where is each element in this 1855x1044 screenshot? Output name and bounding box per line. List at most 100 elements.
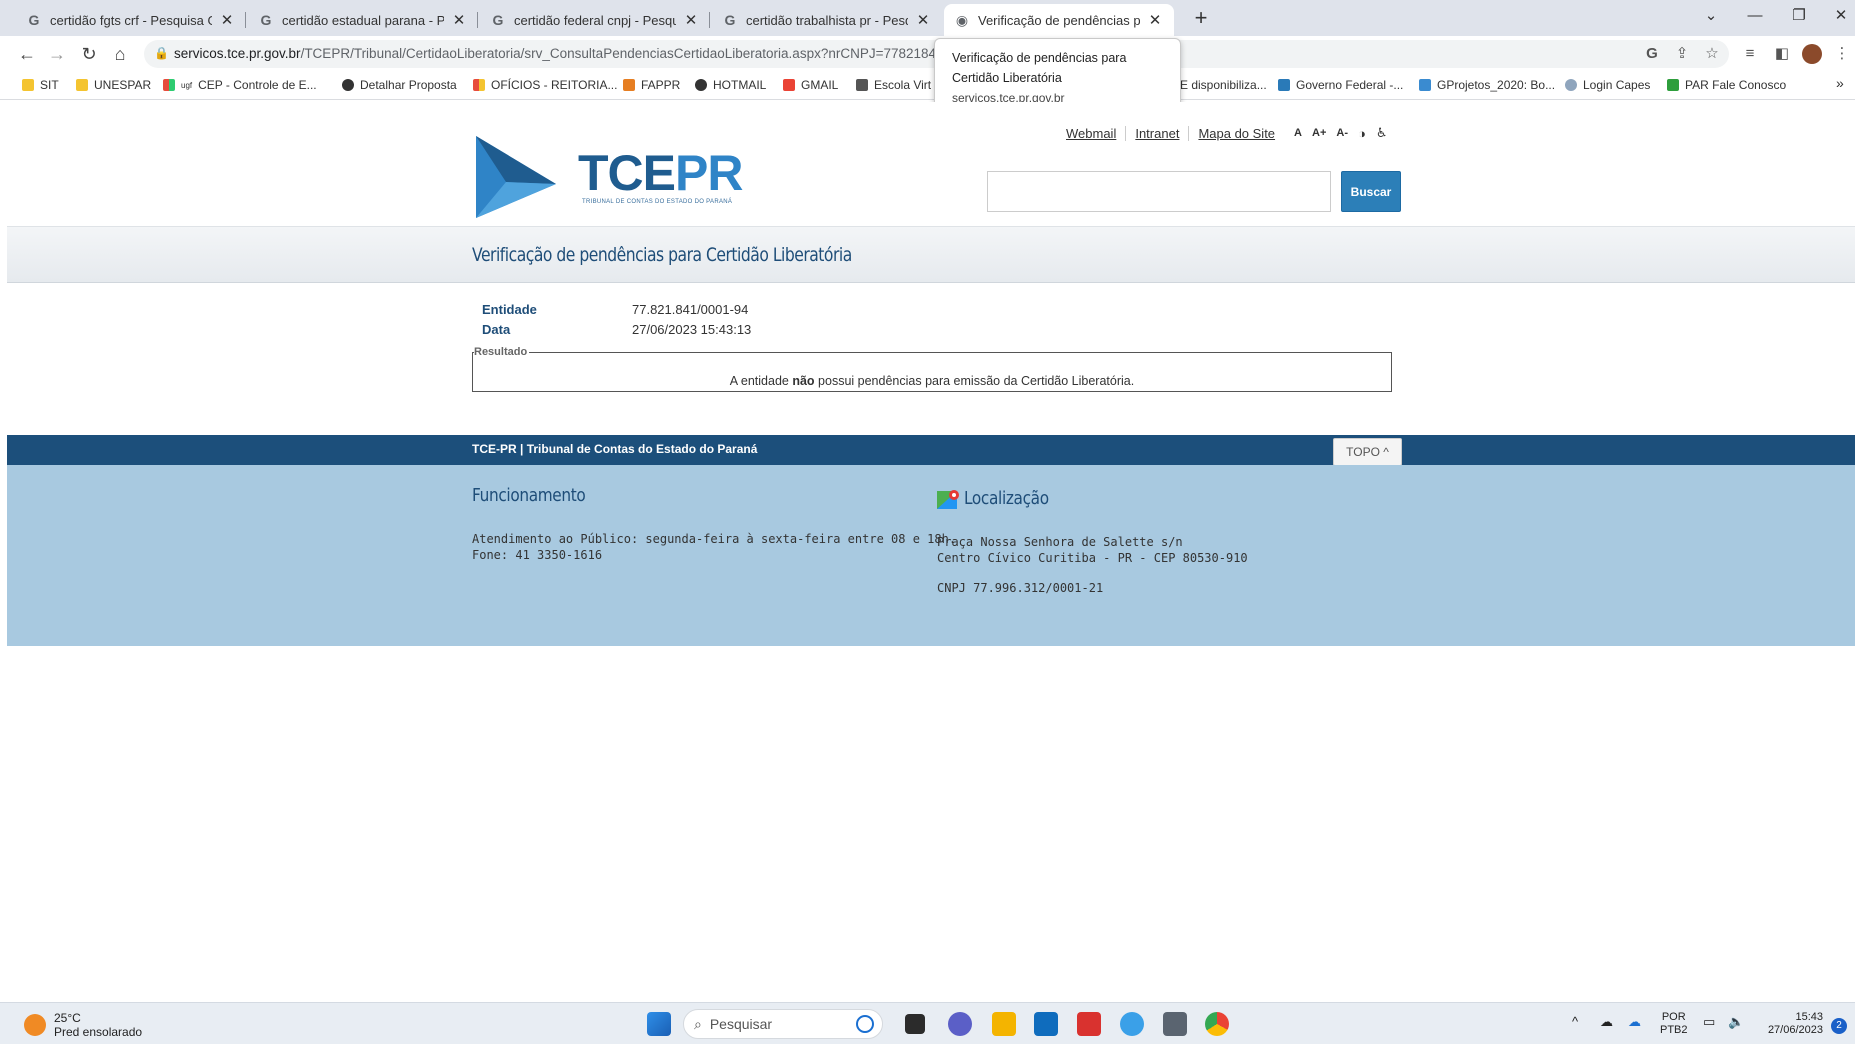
top-links: Webmail Intranet Mapa do Site A A+ A- ◑ … bbox=[1057, 125, 1388, 141]
lock-icon: 🔒 bbox=[154, 46, 169, 60]
tab-search-icon[interactable]: ⌄ bbox=[1688, 0, 1734, 32]
accessibility-icon[interactable]: ♿ bbox=[1376, 125, 1388, 141]
reading-list-icon[interactable]: ≡ bbox=[1738, 42, 1762, 66]
fappr-icon bbox=[623, 79, 635, 91]
bookmark-capes[interactable]: Login Capes bbox=[1565, 78, 1650, 92]
bookmark-unespar[interactable]: UNESPAR bbox=[76, 78, 151, 92]
bookmark-label: FAPPR bbox=[641, 78, 681, 92]
windows-taskbar: 25°C Pred ensolarado ⌕ Pesquisar ^ ☁ ☁ P… bbox=[0, 1002, 1855, 1044]
browser-app-icon[interactable] bbox=[1120, 1012, 1144, 1036]
minimize-icon[interactable]: — bbox=[1732, 0, 1778, 32]
network-icon[interactable]: ▭ bbox=[1703, 1015, 1715, 1028]
intranet-link[interactable]: Intranet bbox=[1126, 125, 1190, 141]
start-icon[interactable] bbox=[647, 1012, 671, 1036]
bookmark-fappr[interactable]: FAPPR bbox=[623, 78, 680, 92]
bookmark-detalhar[interactable]: Detalhar Proposta bbox=[342, 78, 457, 92]
url-text: servicos.tce.pr.gov.br/TCEPR/Tribunal/Ce… bbox=[174, 46, 959, 61]
bookmark-cep[interactable]: ugf CEP - Controle de E... bbox=[163, 78, 317, 92]
site-search-input[interactable] bbox=[987, 171, 1331, 212]
bookmark-governo[interactable]: Governo Federal -... bbox=[1278, 78, 1403, 92]
bookmark-star-icon[interactable]: ☆ bbox=[1700, 42, 1724, 66]
tab-estadual[interactable]: G certidão estadual parana - Pesqu ✕ bbox=[248, 4, 478, 36]
webmail-link[interactable]: Webmail bbox=[1057, 125, 1127, 141]
google-lens-icon[interactable]: G bbox=[1640, 42, 1664, 66]
font-increase-button[interactable]: A+ bbox=[1312, 127, 1326, 139]
close-window-icon[interactable]: ✕ bbox=[1818, 0, 1855, 32]
calculator-icon[interactable] bbox=[1163, 1012, 1187, 1036]
search-button[interactable]: Buscar bbox=[1341, 171, 1401, 212]
new-tab-icon[interactable]: + bbox=[1185, 4, 1217, 32]
bookmark-escola[interactable]: Escola Virt bbox=[856, 78, 931, 92]
close-tab-icon[interactable]: ✕ bbox=[218, 11, 236, 29]
back-icon[interactable]: ← bbox=[14, 42, 40, 66]
teams-icon[interactable] bbox=[948, 1012, 972, 1036]
tcepr-logo[interactable]: TCEPR TRIBUNAL DE CONTAS DO ESTADO DO PA… bbox=[472, 132, 772, 224]
bookmark-label: OFÍCIOS - REITORIA... bbox=[491, 78, 618, 92]
onedrive-icon[interactable]: ☁ bbox=[1600, 1015, 1613, 1028]
forward-icon[interactable]: → bbox=[44, 42, 70, 66]
tab-federal[interactable]: G certidão federal cnpj - Pesquisa ✕ bbox=[480, 4, 710, 36]
close-tab-icon[interactable]: ✕ bbox=[1146, 11, 1164, 29]
close-tab-icon[interactable]: ✕ bbox=[682, 11, 700, 29]
more-bookmarks-icon[interactable]: » bbox=[1836, 75, 1844, 91]
tray-chevron-icon[interactable]: ^ bbox=[1572, 1015, 1578, 1028]
store-icon[interactable] bbox=[1034, 1012, 1058, 1036]
info-row-data: Data 27/06/2023 15:43:13 bbox=[482, 322, 751, 342]
weather-widget[interactable]: 25°C Pred ensolarado bbox=[24, 1011, 142, 1039]
address-line-1: Praça Nossa Senhora de Salette s/n bbox=[937, 535, 1183, 549]
tab-verificacao[interactable]: ◉ Verificação de pendências para C ✕ bbox=[944, 4, 1174, 36]
font-decrease-button[interactable]: A- bbox=[1336, 127, 1348, 139]
result-text-bold: não bbox=[792, 374, 815, 388]
volume-icon[interactable]: 🔈 bbox=[1728, 1015, 1744, 1028]
tab-trabalhista[interactable]: G certidão trabalhista pr - Pesquisa ✕ bbox=[712, 4, 942, 36]
clock[interactable]: 15:43 27/06/2023 bbox=[1758, 1011, 1823, 1037]
share-icon[interactable]: ⇪ bbox=[1670, 42, 1694, 66]
bookmark-label: UNESPAR bbox=[94, 78, 152, 92]
bookmark-label: CEP - Controle de E... bbox=[198, 78, 317, 92]
bookmark-oficios[interactable]: OFÍCIOS - REITORIA... bbox=[473, 78, 617, 92]
bookmark-gmail[interactable]: GMAIL bbox=[783, 78, 838, 92]
logo-text-tce: TCE bbox=[578, 145, 676, 201]
weather-desc: Pred ensolarado bbox=[54, 1025, 143, 1039]
close-tab-icon[interactable]: ✕ bbox=[914, 11, 932, 29]
reload-icon[interactable]: ↻ bbox=[76, 42, 102, 66]
url-host: servicos.tce.pr.gov.br bbox=[174, 46, 301, 61]
site-map-link[interactable]: Mapa do Site bbox=[1189, 126, 1284, 141]
cloud-icon[interactable]: ☁ bbox=[1628, 1015, 1641, 1028]
bookmark-sit[interactable]: SIT bbox=[22, 78, 59, 92]
contrast-icon[interactable]: ◑ bbox=[1358, 126, 1366, 141]
menu-icon[interactable]: ⋮ bbox=[1830, 42, 1854, 66]
font-normal-button[interactable]: A bbox=[1294, 127, 1302, 139]
task-view-icon[interactable] bbox=[905, 1014, 925, 1034]
result-legend: Resultado bbox=[474, 346, 530, 358]
page-title: Verificação de pendências para Certidão … bbox=[472, 244, 852, 266]
entidade-value: 77.821.841/0001-94 bbox=[632, 302, 749, 317]
clock-time: 15:43 bbox=[1795, 1011, 1823, 1023]
bookmark-label: SIT bbox=[40, 78, 59, 92]
bookmark-gprojetos[interactable]: GProjetos_2020: Bo... bbox=[1419, 78, 1555, 92]
bookmark-par[interactable]: PAR Fale Conosco bbox=[1667, 78, 1786, 92]
notification-badge[interactable]: 2 bbox=[1831, 1018, 1847, 1034]
apps-icon bbox=[473, 79, 485, 91]
bookmark-disponibiliza[interactable]: E disponibiliza... bbox=[1180, 78, 1267, 92]
wps-icon[interactable] bbox=[1077, 1012, 1101, 1036]
home-icon[interactable]: ⌂ bbox=[107, 42, 133, 66]
language-indicator[interactable]: POR PTB2 bbox=[1660, 1011, 1688, 1037]
side-panel-icon[interactable]: ◧ bbox=[1770, 42, 1794, 66]
gprojetos-icon bbox=[1419, 79, 1431, 91]
file-explorer-icon[interactable] bbox=[992, 1012, 1016, 1036]
result-text-post: possui pendências para emissão da Certid… bbox=[814, 374, 1135, 388]
chrome-icon[interactable] bbox=[1205, 1012, 1229, 1036]
profile-avatar[interactable] bbox=[1800, 42, 1824, 66]
bookmark-label: Login Capes bbox=[1583, 78, 1651, 92]
map-icon bbox=[937, 490, 959, 509]
tab-fgts[interactable]: G certidão fgts crf - Pesquisa Goog ✕ bbox=[16, 4, 246, 36]
funcionamento-text: Atendimento ao Público: segunda-feira à … bbox=[472, 531, 956, 563]
taskbar-search[interactable]: ⌕ Pesquisar bbox=[683, 1009, 883, 1039]
close-tab-icon[interactable]: ✕ bbox=[450, 11, 468, 29]
google-icon: G bbox=[28, 12, 40, 28]
gov-icon bbox=[1278, 79, 1290, 91]
restore-icon[interactable]: ❐ bbox=[1776, 0, 1822, 32]
back-to-top-button[interactable]: TOPO ^ bbox=[1333, 438, 1402, 466]
bookmark-hotmail[interactable]: HOTMAIL bbox=[695, 78, 766, 92]
